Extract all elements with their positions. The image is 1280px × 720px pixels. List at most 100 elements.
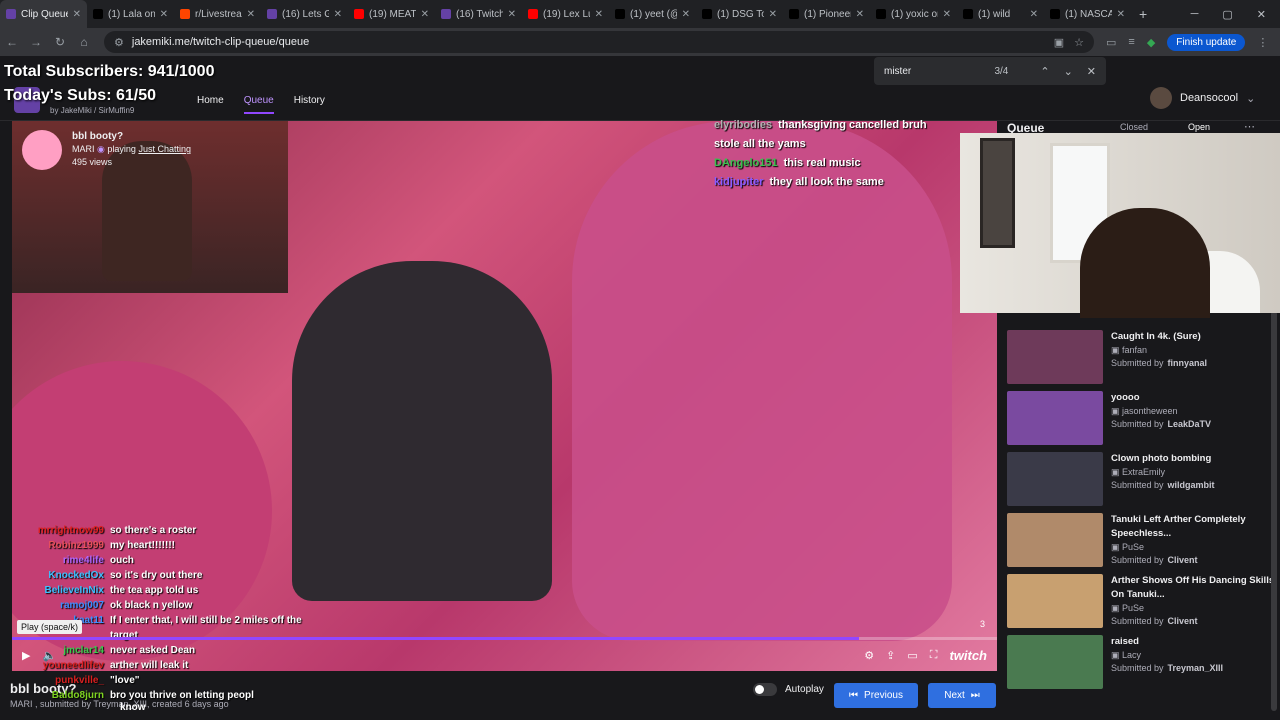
tab-close-icon[interactable]: ✕ [421, 9, 429, 20]
queue-item[interactable]: raised ▣ Lacy Submitted by Treyman_XIII [1007, 635, 1277, 693]
finish-update-button[interactable]: Finish update [1167, 33, 1246, 51]
tab-close-icon[interactable]: ✕ [595, 9, 603, 20]
find-next-icon[interactable]: ⌄ [1064, 65, 1073, 78]
queue-item-thumbnail[interactable] [1007, 330, 1103, 384]
settings-icon[interactable]: ⚙ [864, 649, 874, 662]
browser-tab[interactable]: (16) Twitch ✕ [435, 0, 522, 28]
find-input[interactable]: mister [884, 66, 994, 77]
tab-close-icon[interactable]: ✕ [1030, 9, 1038, 20]
queue-item[interactable]: Clown photo bombing ▣ ExtraEmily Submitted… [1007, 452, 1277, 510]
browser-tab[interactable]: (19) MEAT ✕ [348, 0, 435, 28]
submitter-name: LeakDaTV [1167, 419, 1212, 429]
browser-tab[interactable]: r/Livestreamfail ✕ [174, 0, 261, 28]
share-icon[interactable]: ⇪ [886, 649, 895, 662]
extension-icon[interactable]: ◆ [1147, 36, 1155, 49]
browser-tab[interactable]: (1) DSG To ✕ [696, 0, 783, 28]
forward-icon[interactable]: → [24, 35, 48, 49]
find-indicator-icon[interactable]: ▣ [1054, 36, 1064, 49]
twitch-logo[interactable]: twitch [949, 648, 987, 663]
more-menu-icon[interactable]: ⋮ [1257, 36, 1268, 49]
previous-button[interactable]: ⏮ Previous [834, 683, 918, 708]
chat-username: mrrightnow99 [37, 525, 104, 536]
next-button[interactable]: Next ⏭ [928, 683, 996, 708]
tab-close-icon[interactable]: ✕ [247, 9, 255, 20]
reload-icon[interactable]: ↻ [48, 35, 72, 49]
back-icon[interactable]: ← [0, 35, 24, 49]
address-bar[interactable]: ⚙ jakemiki.me/twitch-clip-queue/queue ▣ … [104, 31, 1094, 53]
browser-tab[interactable]: (1) yeet (@ ✕ [609, 0, 696, 28]
progress-bar[interactable] [12, 637, 997, 640]
theatre-icon[interactable]: ▭ [907, 649, 917, 662]
queue-item-thumbnail[interactable] [1007, 513, 1103, 567]
nav-queue[interactable]: Queue [243, 95, 274, 114]
chat-username: BelieveInNix [44, 585, 104, 596]
chat-text: this real music [783, 157, 861, 169]
tab-close-icon[interactable]: ✕ [943, 9, 951, 20]
bookmark-star-icon[interactable]: ☆ [1074, 36, 1084, 49]
submitted-label: Submitted by [1111, 480, 1164, 490]
queue-item-title[interactable]: yoooo [1111, 391, 1211, 405]
volume-icon[interactable]: 🔈 [42, 649, 56, 662]
clip-game-link[interactable]: Just Chatting [138, 144, 191, 154]
queue-item[interactable]: yoooo ▣ jasontheween Submitted by LeakDaTV [1007, 391, 1277, 449]
url-text[interactable]: jakemiki.me/twitch-clip-queue/queue [132, 36, 1046, 48]
tab-close-icon[interactable]: ✕ [856, 9, 864, 20]
scrollbar-thumb[interactable] [1271, 311, 1277, 711]
browser-tab[interactable]: (1) wild ✕ [957, 0, 1044, 28]
browser-tab[interactable]: (1) Pioneer ✕ [783, 0, 870, 28]
queue-item[interactable]: Arther Shows Off His Dancing Skills On T… [1007, 574, 1277, 632]
tab-open[interactable]: Open [1188, 122, 1210, 132]
tab-favicon-icon [354, 9, 364, 19]
browser-tab[interactable]: (1) yoxic on ✕ [870, 0, 957, 28]
tab-close-icon[interactable]: ✕ [334, 9, 342, 20]
queue-item[interactable]: Tanuki Left Arther Completely Speechless… [1007, 513, 1277, 571]
previous-label: Previous [864, 690, 903, 701]
fullscreen-icon[interactable]: ⛶ [930, 649, 938, 662]
queue-item-title[interactable]: Caught In 4k. (Sure) [1111, 330, 1207, 344]
clip-playing-label: playing [107, 144, 136, 154]
chat-text: so it's dry out there [110, 570, 203, 581]
chat-message: stole all the yams [714, 135, 927, 154]
queue-item-thumbnail[interactable] [1007, 452, 1103, 506]
maximize-icon[interactable]: ▢ [1222, 8, 1232, 21]
queue-more-icon[interactable]: ⋯ [1244, 120, 1255, 133]
user-menu[interactable]: Deansocool ⌄ [1150, 87, 1255, 109]
play-icon[interactable]: ▶ [22, 649, 30, 662]
queue-item[interactable]: Caught In 4k. (Sure) ▣ fanfan Submitted by… [1007, 330, 1277, 388]
tab-close-icon[interactable]: ✕ [769, 9, 777, 20]
tab-close-icon[interactable]: ✕ [508, 9, 516, 20]
browser-tab[interactable]: (16) Lets Go ✕ [261, 0, 348, 28]
next-label: Next [944, 690, 965, 701]
queue-item-title[interactable]: raised [1111, 635, 1223, 649]
queue-item-title[interactable]: Arther Shows Off His Dancing Skills On T… [1111, 574, 1277, 602]
queue-item-title[interactable]: Tanuki Left Arther Completely Speechless… [1111, 513, 1277, 541]
home-icon[interactable]: ⌂ [72, 35, 96, 49]
cast-icon[interactable]: ▭ [1106, 36, 1116, 49]
browser-tab[interactable]: (1) NASCA ✕ [1044, 0, 1131, 28]
queue-item-title[interactable]: Clown photo bombing [1111, 452, 1215, 466]
queue-item-thumbnail[interactable] [1007, 574, 1103, 628]
queue-item-thumbnail[interactable] [1007, 391, 1103, 445]
site-info-icon[interactable]: ⚙ [114, 36, 124, 49]
minimize-icon[interactable]: ─ [1191, 8, 1199, 21]
play-tooltip: Play (space/k) [17, 620, 83, 634]
find-prev-icon[interactable]: ⌃ [1040, 65, 1049, 78]
close-window-icon[interactable]: ✕ [1257, 8, 1266, 21]
browser-tab[interactable]: (19) Lex Lu ✕ [522, 0, 609, 28]
nav-history[interactable]: History [294, 95, 325, 114]
chat-text: my heart!!!!!!! [110, 540, 175, 551]
browser-tab[interactable]: (1) Lala on ✕ [87, 0, 174, 28]
reading-list-icon[interactable]: ≡ [1128, 36, 1134, 48]
tab-close-icon[interactable]: ✕ [160, 9, 168, 20]
new-tab-button[interactable]: + [1139, 6, 1147, 22]
find-close-icon[interactable]: ✕ [1087, 65, 1096, 78]
queue-item-thumbnail[interactable] [1007, 635, 1103, 689]
today-subs: Today's Subs: 61/50 [4, 87, 157, 104]
browser-tab[interactable]: Clip Queue ✕ [0, 0, 87, 28]
tab-close-icon[interactable]: ✕ [73, 9, 81, 20]
tab-close-icon[interactable]: ✕ [682, 9, 690, 20]
tab-closed[interactable]: Closed [1120, 122, 1148, 132]
autoplay-toggle[interactable]: Autoplay [753, 683, 824, 696]
tab-close-icon[interactable]: ✕ [1117, 9, 1125, 20]
autoplay-switch[interactable] [753, 683, 777, 696]
